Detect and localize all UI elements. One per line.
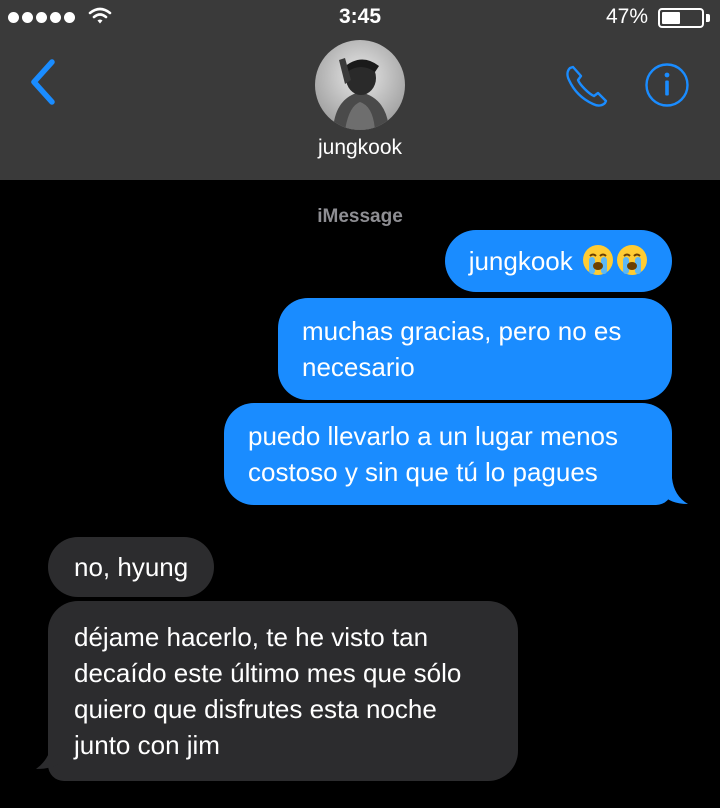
outgoing-message[interactable]: muchas gracias, pero no es necesario xyxy=(278,298,672,400)
loudly-crying-face-icon xyxy=(617,245,647,275)
service-label: iMessage xyxy=(317,206,403,227)
battery-percent: 47% xyxy=(605,5,648,28)
outgoing-message[interactable]: puedo llevarlo a un lugar menos costoso … xyxy=(224,403,672,505)
battery-icon xyxy=(658,8,704,28)
incoming-message[interactable]: déjame hacerlo, te he visto tan decaído … xyxy=(48,601,518,781)
conversation-header: 3:45 47% jungkook xyxy=(0,0,720,180)
battery-level xyxy=(662,12,680,24)
contact-name[interactable]: jungkook xyxy=(0,136,720,160)
message-text: jungkook xyxy=(468,246,573,276)
info-icon[interactable] xyxy=(644,62,690,108)
outgoing-bubble-tail xyxy=(662,478,688,504)
incoming-bubble-tail xyxy=(36,741,64,769)
message-text: puedo llevarlo a un lugar menos costoso … xyxy=(248,421,619,487)
status-bar: 3:45 47% xyxy=(0,0,720,36)
message-text: no, hyung xyxy=(74,552,189,582)
avatar[interactable] xyxy=(315,40,405,130)
incoming-message[interactable]: no, hyung xyxy=(48,537,215,597)
phone-icon[interactable] xyxy=(562,60,612,110)
battery-cap xyxy=(706,14,710,22)
message-text: muchas gracias, pero no es necesario xyxy=(302,316,622,382)
message-text: déjame hacerlo, te he visto tan decaído … xyxy=(74,622,462,760)
loudly-crying-face-icon xyxy=(583,245,613,275)
outgoing-message[interactable]: jungkook xyxy=(444,230,672,292)
chevron-left-icon[interactable] xyxy=(24,56,64,108)
